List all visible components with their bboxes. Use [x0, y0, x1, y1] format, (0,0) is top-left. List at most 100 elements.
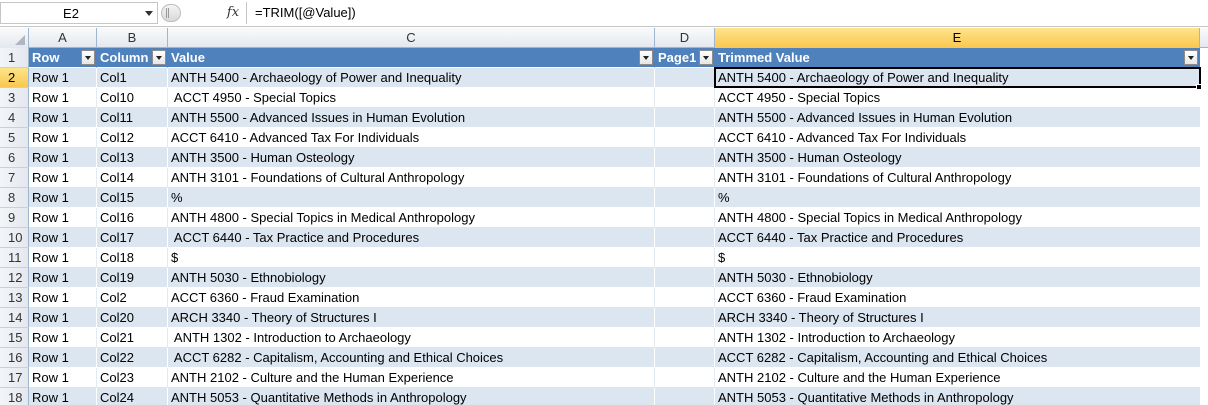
header-cell-value[interactable]: Value [168, 48, 655, 68]
cell-trimmed-value[interactable]: ANTH 5030 - Ethnobiology [715, 268, 1200, 288]
cell-column[interactable]: Col22 [97, 348, 168, 368]
cell-value[interactable]: ACCT 6410 - Advanced Tax For Individuals [168, 128, 655, 148]
column-header-e[interactable]: E [715, 28, 1200, 48]
cell-value[interactable]: ACCT 4950 - Special Topics [168, 88, 655, 108]
cell-value[interactable]: ACCT 6282 - Capitalism, Accounting and E… [168, 348, 655, 368]
cell-trimmed-value[interactable]: % [715, 188, 1200, 208]
cell-row[interactable]: Row 1 [29, 168, 97, 188]
cell-row[interactable]: Row 1 [29, 328, 97, 348]
cell-value[interactable]: ANTH 5030 - Ethnobiology [168, 268, 655, 288]
filter-dropdown-button[interactable] [699, 50, 713, 65]
cell-value[interactable]: $ [168, 248, 655, 268]
select-all-button[interactable] [0, 28, 29, 48]
header-cell-trimmed-value[interactable]: Trimmed Value [715, 48, 1200, 68]
cell-value[interactable]: ANTH 3101 - Foundations of Cultural Anth… [168, 168, 655, 188]
row-header[interactable]: 13 [0, 288, 29, 308]
cell-value[interactable]: ACCT 6440 - Tax Practice and Procedures [168, 228, 655, 248]
row-header[interactable]: 7 [0, 168, 29, 188]
cell-column[interactable]: Col20 [97, 308, 168, 328]
fill-handle[interactable] [1196, 84, 1202, 90]
cell-page1[interactable] [655, 388, 715, 405]
filter-dropdown-button[interactable] [1184, 50, 1198, 65]
cell-page1[interactable] [655, 248, 715, 268]
cell-row[interactable]: Row 1 [29, 268, 97, 288]
cell-column[interactable]: Col17 [97, 228, 168, 248]
cell-trimmed-value[interactable]: ACCT 6282 - Capitalism, Accounting and E… [715, 348, 1200, 368]
cell-row[interactable]: Row 1 [29, 148, 97, 168]
cell-trimmed-value[interactable]: ANTH 5400 - Archaeology of Power and Ine… [715, 68, 1200, 88]
column-header-c[interactable]: C [168, 28, 655, 48]
cell-row[interactable]: Row 1 [29, 88, 97, 108]
cell-trimmed-value[interactable]: ACCT 6360 - Fraud Examination [715, 288, 1200, 308]
cell-page1[interactable] [655, 88, 715, 108]
cell-page1[interactable] [655, 208, 715, 228]
formula-bar-resize-handle[interactable] [161, 4, 181, 22]
cell-column[interactable]: Col11 [97, 108, 168, 128]
cell-page1[interactable] [655, 188, 715, 208]
row-header[interactable]: 11 [0, 248, 29, 268]
row-header[interactable]: 12 [0, 268, 29, 288]
cell-trimmed-value[interactable]: ACCT 6440 - Tax Practice and Procedures [715, 228, 1200, 248]
cell-row[interactable]: Row 1 [29, 388, 97, 405]
column-header-a[interactable]: A [29, 28, 97, 48]
cell-trimmed-value[interactable]: ACCT 4950 - Special Topics [715, 88, 1200, 108]
cell-trimmed-value[interactable]: ANTH 2102 - Culture and the Human Experi… [715, 368, 1200, 388]
cell-row[interactable]: Row 1 [29, 68, 97, 88]
cell-column[interactable]: Col18 [97, 248, 168, 268]
cell-page1[interactable] [655, 108, 715, 128]
column-header-b[interactable]: B [97, 28, 168, 48]
row-header[interactable]: 5 [0, 128, 29, 148]
row-header[interactable]: 1 [0, 48, 29, 68]
cell-column[interactable]: Col24 [97, 388, 168, 405]
cell-row[interactable]: Row 1 [29, 208, 97, 228]
cell-column[interactable]: Col1 [97, 68, 168, 88]
cell-value[interactable]: ANTH 5500 - Advanced Issues in Human Evo… [168, 108, 655, 128]
row-header[interactable]: 4 [0, 108, 29, 128]
cell-trimmed-value[interactable]: ANTH 4800 - Special Topics in Medical An… [715, 208, 1200, 228]
row-header[interactable]: 3 [0, 88, 29, 108]
cell-trimmed-value[interactable]: $ [715, 248, 1200, 268]
cell-value[interactable]: ACCT 6360 - Fraud Examination [168, 288, 655, 308]
cell-page1[interactable] [655, 228, 715, 248]
row-header[interactable]: 10 [0, 228, 29, 248]
cell-page1[interactable] [655, 348, 715, 368]
cell-column[interactable]: Col19 [97, 268, 168, 288]
cell-column[interactable]: Col14 [97, 168, 168, 188]
cell-page1[interactable] [655, 68, 715, 88]
cell-page1[interactable] [655, 148, 715, 168]
cell-row[interactable]: Row 1 [29, 228, 97, 248]
cell-row[interactable]: Row 1 [29, 288, 97, 308]
cell-trimmed-value[interactable]: ACCT 6410 - Advanced Tax For Individuals [715, 128, 1200, 148]
chevron-down-icon[interactable] [145, 11, 153, 16]
cell-column[interactable]: Col23 [97, 368, 168, 388]
name-box[interactable]: E2 [0, 2, 158, 24]
cell-column[interactable]: Col16 [97, 208, 168, 228]
cell-row[interactable]: Row 1 [29, 108, 97, 128]
row-header[interactable]: 8 [0, 188, 29, 208]
cell-row[interactable]: Row 1 [29, 128, 97, 148]
filter-dropdown-button[interactable] [639, 50, 653, 65]
row-header[interactable]: 6 [0, 148, 29, 168]
row-header[interactable]: 15 [0, 328, 29, 348]
cell-column[interactable]: Col2 [97, 288, 168, 308]
cell-page1[interactable] [655, 368, 715, 388]
cell-row[interactable]: Row 1 [29, 308, 97, 328]
row-header[interactable]: 9 [0, 208, 29, 228]
cell-row[interactable]: Row 1 [29, 248, 97, 268]
column-header-d[interactable]: D [655, 28, 715, 48]
cell-row[interactable]: Row 1 [29, 348, 97, 368]
cell-row[interactable]: Row 1 [29, 188, 97, 208]
cell-trimmed-value[interactable]: ANTH 5500 - Advanced Issues in Human Evo… [715, 108, 1200, 128]
cell-trimmed-value[interactable]: ANTH 3500 - Human Osteology [715, 148, 1200, 168]
cell-page1[interactable] [655, 308, 715, 328]
cell-trimmed-value[interactable]: ANTH 5053 - Quantitative Methods in Anth… [715, 388, 1200, 405]
cell-value[interactable]: ANTH 5053 - Quantitative Methods in Anth… [168, 388, 655, 405]
row-header[interactable]: 2 [0, 68, 29, 88]
cell-value[interactable]: % [168, 188, 655, 208]
cell-value[interactable]: ANTH 1302 - Introduction to Archaeology [168, 328, 655, 348]
cell-value[interactable]: ANTH 5400 - Archaeology of Power and Ine… [168, 68, 655, 88]
cell-page1[interactable] [655, 268, 715, 288]
cell-column[interactable]: Col15 [97, 188, 168, 208]
cell-trimmed-value[interactable]: ANTH 1302 - Introduction to Archaeology [715, 328, 1200, 348]
row-header[interactable]: 16 [0, 348, 29, 368]
